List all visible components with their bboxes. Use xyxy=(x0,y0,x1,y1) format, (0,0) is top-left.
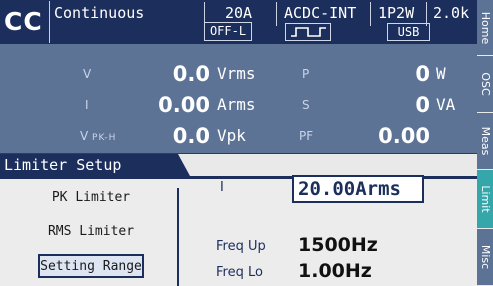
freq-lo-value[interactable]: 1.00Hz xyxy=(298,259,372,283)
apparent-power-unit: VA xyxy=(436,95,456,114)
measurement-display: V 0.0 Vrms I 0.00 Arms V PK-H 0.0 Vpk P … xyxy=(0,44,477,154)
current-value: 0.00 xyxy=(158,93,210,117)
limiter-setup-screen: CC Continuous 20A ACDC-INT 1P2W 2.0k OFF… xyxy=(0,0,493,286)
tab-home[interactable]: Home xyxy=(477,0,493,56)
divider xyxy=(276,2,277,26)
coupling-mode[interactable]: ACDC-INT xyxy=(284,4,356,22)
tab-meas[interactable]: Meas xyxy=(477,113,493,170)
power-value: 0 xyxy=(415,62,430,86)
menu-item-pk-limiter[interactable]: PK Limiter xyxy=(38,187,144,211)
wiring-mode[interactable]: 1P2W xyxy=(378,4,414,22)
power-factor-label: PF xyxy=(299,129,314,143)
menu-item-setting-range[interactable]: Setting Range xyxy=(38,254,144,278)
peak-voltage-label: V PK-H xyxy=(80,129,117,143)
tab-limit[interactable]: Limit xyxy=(477,170,493,229)
power-factor-value: 0.00 xyxy=(378,124,430,148)
freq-lo-label: Freq Lo xyxy=(216,265,263,280)
panel-divider xyxy=(177,188,179,286)
voltage-unit: Vrms xyxy=(217,64,256,83)
current-limit-input[interactable]: 20.00Arms xyxy=(292,175,424,203)
status-bar: CC Continuous 20A ACDC-INT 1P2W 2.0k OFF… xyxy=(0,0,477,44)
square-wave-icon xyxy=(285,23,331,41)
tab-osc[interactable]: OSC xyxy=(477,56,493,113)
operation-mode[interactable]: Continuous xyxy=(54,4,144,22)
freq-up-value[interactable]: 1500Hz xyxy=(298,233,378,257)
current-limit-label: I xyxy=(220,180,224,195)
tab-misc[interactable]: Misc xyxy=(477,229,493,286)
menu-item-rms-limiter[interactable]: RMS Limiter xyxy=(38,221,144,245)
current-label: I xyxy=(85,98,89,112)
divider xyxy=(370,2,371,26)
apparent-power-value: 0 xyxy=(415,93,430,117)
extra-setting[interactable]: 2.0k xyxy=(433,4,469,22)
current-unit: Arms xyxy=(217,95,256,114)
freq-up-label: Freq Up xyxy=(216,239,266,254)
voltage-label: V xyxy=(83,67,92,81)
power-unit: W xyxy=(436,64,446,83)
usb-status-badge: USB xyxy=(387,23,430,41)
current-range[interactable]: 20A xyxy=(225,4,252,22)
peak-voltage-value: 0.0 xyxy=(172,124,210,148)
divider xyxy=(49,1,50,43)
panel-title: Limiter Setup xyxy=(0,154,190,176)
power-label: P xyxy=(302,67,310,81)
peak-voltage-unit: Vpk xyxy=(217,126,246,145)
mode-indicator[interactable]: CC xyxy=(4,3,46,41)
apparent-power-label: S xyxy=(302,98,310,112)
output-state-badge: OFF-L xyxy=(204,22,252,41)
voltage-value: 0.0 xyxy=(172,62,210,86)
